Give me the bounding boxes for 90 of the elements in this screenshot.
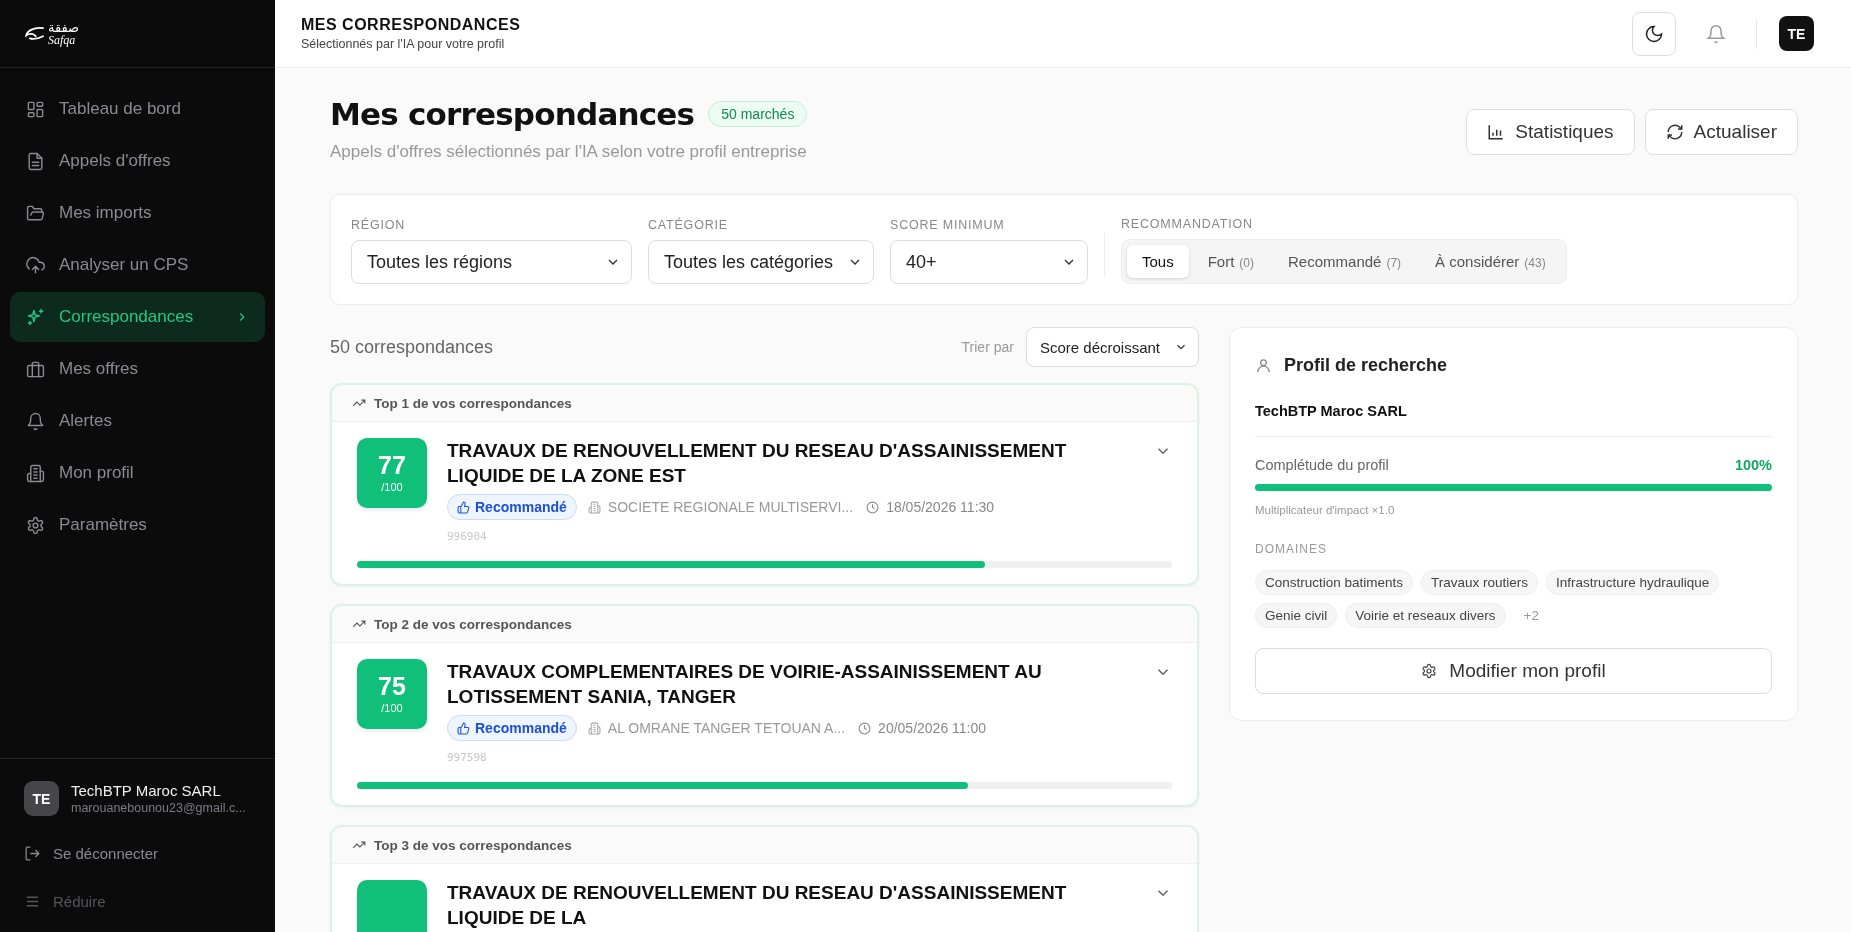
cloud-upload-icon [26,255,45,275]
filter-select[interactable]: Toutes les catégories [648,240,874,284]
nav-item[interactable]: Analyser un CPS [10,240,265,290]
grid-icon [26,99,45,119]
tender-title: TRAVAUX DE RENOUVELLEMENT DU RESEAU D'ASSAINISSEMENT LIQUIDE DE LA ZONE EST [447,439,1068,488]
filter-select[interactable]: 40+ [890,240,1088,284]
recommended-tag: Recommandé [447,715,577,741]
user-avatar: TE [24,781,59,816]
logo-icon [24,24,46,43]
bell-icon [26,411,45,431]
filter-select[interactable]: Toutes les régions [351,240,632,284]
theme-toggle-button[interactable] [1632,11,1676,56]
settings-icon [26,515,45,535]
building-icon [26,463,45,483]
completeness-value: 100% [1734,457,1772,473]
document-icon [26,151,45,171]
filter-label: SCORE MINIMUM [890,218,1006,232]
domain-tag: Voirie et reseaux divers [1345,603,1506,628]
refresh-button[interactable]: Actualiser [1644,109,1798,155]
filter-label: CATÉGORIE [648,218,729,232]
clock-icon [858,721,872,735]
folder-icon [26,203,45,223]
filter-tab[interactable]: À considérer (43) [1420,245,1561,278]
nav-item[interactable]: Appels d'offres [10,136,265,186]
moon-icon [1644,23,1664,44]
page-title: Mes correspondances [330,96,695,132]
filter-label: RECOMMANDATION [1121,217,1254,231]
logout-icon [24,844,41,862]
nav-item[interactable]: Alertes [10,396,265,446]
completeness-label: Complétude du profil [1255,457,1389,473]
results-count: 50 correspondances [330,336,494,358]
domain-tag: Construction batiments [1255,570,1414,595]
impact-multiplier: Multiplicateur d'impact ×1.0 [1255,504,1396,516]
score-badge: 77 /100 [357,438,427,508]
filter-tab[interactable]: Fort (0) [1192,245,1270,278]
user-avatar-button[interactable]: TE [1779,16,1814,51]
refresh-icon [1665,123,1684,141]
buyer-name: SOCIETE REGIONALE MULTISERVI... [607,499,854,515]
filter-label: RÉGION [351,218,407,232]
score-badge [357,880,427,932]
nav-item[interactable]: Paramètres [10,500,265,550]
user-icon [1255,357,1272,374]
sort-select[interactable]: Score décroissant [1025,327,1199,367]
nav-item[interactable]: Correspondances [10,292,265,342]
building-icon [587,721,601,735]
nav-item[interactable]: Mes imports [10,188,265,238]
logo-text: Safqa [48,34,77,46]
user-name: TechBTP Maroc SARL [71,782,222,799]
nav-item[interactable]: Tableau de bord [10,84,265,134]
company-name: TechBTP Maroc SARL [1255,403,1408,419]
tender-title: TRAVAUX DE RENOUVELLEMENT DU RESEAU D'ASSAINISSEMENT LIQUIDE DE LA [447,881,1068,930]
more-count: +2 [1523,608,1539,623]
tender-title: TRAVAUX COMPLEMENTAIRES DE VOIRIE-ASSAINISSEMENT AU LOTISSEMENT SANIA, TANGER [447,660,1043,709]
filter-tab[interactable]: Recommandé (7) [1273,245,1417,278]
domain-tag: Genie civil [1255,603,1338,628]
score-badge: 75 /100 [357,659,427,729]
tender-card[interactable]: Top 3 de vos correspondances TRAVAUX DE RENOUVELLEMENT DU RESEAU D'ASSAINISSEMENT LIQUIDE DE LA [330,825,1199,932]
bell-icon [1706,23,1726,44]
rank-label: Top 3 de vos correspondances [374,837,572,853]
statistics-button[interactable]: Statistiques [1466,109,1635,155]
nav-item[interactable]: Mes offres [10,344,265,394]
thumbs-up-icon [457,500,470,514]
deadline-date: 18/05/2026 11:30 [886,499,995,515]
deadline-date: 20/05/2026 11:00 [878,720,987,736]
thumbs-up-icon [457,721,470,735]
rank-label: Top 2 de vos correspondances [374,616,572,632]
count-badge: 50 marchés [708,101,808,127]
edit-profile-button[interactable]: Modifier mon profil [1255,648,1772,694]
page-subtitle: Appels d'offres sélectionnés par l'IA selon votre profil entreprise [330,142,808,162]
rank-label: Top 1 de vos correspondances [374,395,572,411]
building-icon [587,500,601,514]
recommended-tag: Recommandé [447,494,577,520]
logout-link[interactable]: Se déconnecter [24,832,251,874]
sparkle-icon [26,307,45,327]
logo-arabic-text: صفقة [48,21,80,34]
domain-tag: Infrastructure hydraulique [1546,570,1720,595]
sort-label: Trier par [961,339,1014,355]
header-title: MES CORRESPONDANCES [301,16,521,34]
domains-label: DOMAINES [1255,542,1328,556]
settings-icon [1421,663,1438,679]
briefcase-icon [26,359,45,379]
domain-tag: Travaux routiers [1421,570,1539,595]
bar-chart-icon [1487,123,1506,141]
user-email: marouanebounou23@gmail.c... [71,801,246,815]
profile-title: Profil de recherche [1284,355,1448,376]
clock-icon [866,500,880,514]
nav-item[interactable]: Mon profil [10,448,265,498]
header-subtitle: Sélectionnés par l'IA pour votre profil [301,37,506,51]
buyer-name: AL OMRANE TANGER TETOUAN A... [607,720,846,736]
filter-tab[interactable]: Tous [1127,245,1189,278]
